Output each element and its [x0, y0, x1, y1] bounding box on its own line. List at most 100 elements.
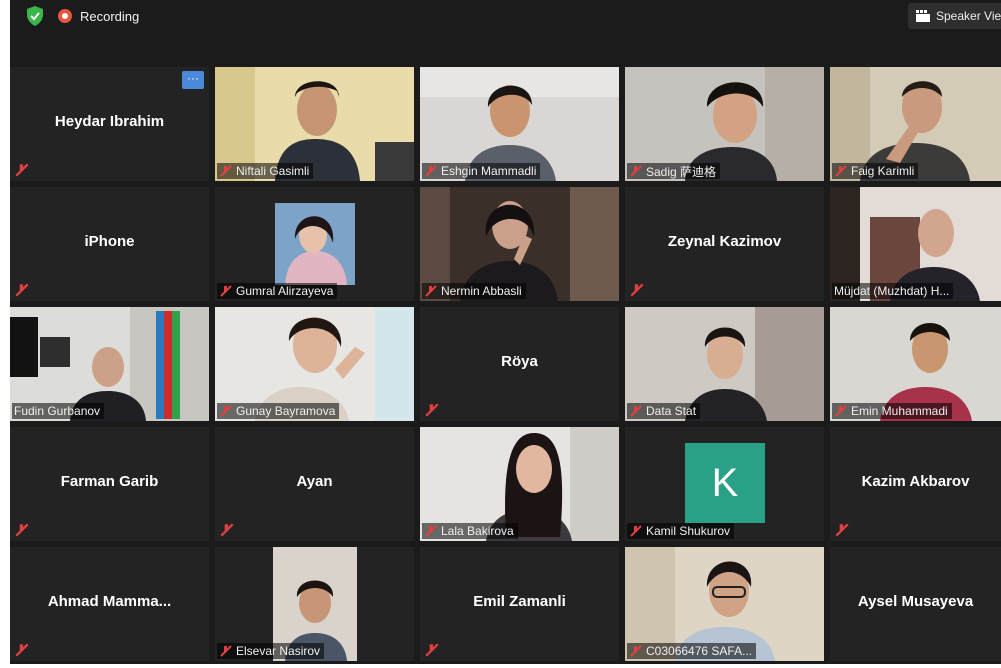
- participant-tile[interactable]: Nermin Abbasli: [420, 187, 619, 301]
- participant-tile[interactable]: C03066476 SAFA...: [625, 547, 824, 661]
- participant-tile[interactable]: iPhone: [10, 187, 209, 301]
- muted-mic-icon: [835, 165, 847, 177]
- participant-tile[interactable]: Ahmad Mamma...: [10, 547, 209, 661]
- participant-name: Niftali Gasimli: [236, 164, 310, 178]
- muted-mic-icon: [220, 165, 232, 177]
- muted-mic-icon: [15, 283, 29, 297]
- participant-name: Kazim Akbarov: [861, 473, 970, 490]
- participant-tile[interactable]: Gumral Alirzayeva: [215, 187, 414, 301]
- muted-mic-icon: [220, 405, 232, 417]
- participant-tile[interactable]: Zeynal Kazimov: [625, 187, 824, 301]
- participant-tile[interactable]: Gunay Bayramova: [215, 307, 414, 421]
- muted-mic-icon: [835, 405, 847, 417]
- participant-tile[interactable]: Ayan: [215, 427, 414, 541]
- participant-name: Aysel Musayeva: [857, 593, 974, 610]
- participant-name: Zeynal Kazimov: [667, 233, 782, 250]
- avatar: K: [685, 443, 765, 523]
- zoom-meeting-window: Recording Speaker View Heydar Ibrahim ··…: [10, 0, 1001, 664]
- participant-name: Emin Muhammadi: [851, 404, 948, 418]
- participant-name-label: Müjdat (Muzhdat) H...: [832, 283, 954, 299]
- participant-tile[interactable]: Niftali Gasimli: [215, 67, 414, 181]
- participant-name-label: Niftali Gasimli: [217, 163, 314, 179]
- participant-name: Ahmad Mamma...: [47, 593, 172, 610]
- participant-name-label: Gunay Bayramova: [217, 403, 340, 419]
- muted-mic-icon: [835, 523, 849, 537]
- muted-mic-icon: [630, 645, 642, 657]
- participant-tile[interactable]: Müjdat (Muzhdat) H...: [830, 187, 1001, 301]
- participant-tile[interactable]: Data Stat: [625, 307, 824, 421]
- participant-name-label: Sadig 萨迪格: [627, 163, 721, 179]
- side-label: 3: [11, 389, 18, 401]
- meeting-top-bar: Recording Speaker View: [10, 0, 1001, 34]
- participant-name: Lala Bakirova: [441, 524, 514, 538]
- participant-tile-active-speaker[interactable]: 3 Fudin Gurbanov: [10, 307, 209, 421]
- participant-name: Kamil Shukurov: [646, 524, 731, 538]
- participant-tile[interactable]: Elsevar Nasirov: [215, 547, 414, 661]
- participant-tile[interactable]: K Kamil Shukurov: [625, 427, 824, 541]
- muted-mic-icon: [630, 525, 642, 537]
- participant-name: Eshgin Mammadli: [441, 164, 537, 178]
- participant-name-label: Emin Muhammadi: [832, 403, 952, 419]
- participant-tile[interactable]: Aysel Musayeva: [830, 547, 1001, 661]
- muted-mic-icon: [220, 645, 232, 657]
- participant-tile[interactable]: Lala Bakirova: [420, 427, 619, 541]
- participant-name: iPhone: [84, 233, 135, 250]
- record-icon: [58, 9, 72, 23]
- participant-name: Müjdat (Muzhdat) H...: [834, 284, 950, 298]
- muted-mic-icon: [15, 163, 29, 177]
- participant-name: Data Stat: [646, 404, 697, 418]
- participant-name: Gunay Bayramova: [236, 404, 336, 418]
- participant-name: Röya: [501, 353, 538, 370]
- participant-tile[interactable]: Heydar Ibrahim ···: [10, 67, 209, 181]
- speaker-view-label: Speaker View: [936, 9, 1001, 23]
- participant-tile[interactable]: Farman Garib: [10, 427, 209, 541]
- participant-name-label: Data Stat: [627, 403, 701, 419]
- muted-mic-icon: [220, 523, 234, 537]
- recording-indicator[interactable]: Recording: [58, 6, 139, 26]
- speaker-view-button[interactable]: Speaker View: [908, 3, 1001, 29]
- pinned-strip: 3: [10, 317, 38, 401]
- recording-label: Recording: [80, 8, 140, 24]
- muted-mic-icon: [425, 643, 439, 657]
- muted-mic-icon: [425, 285, 437, 297]
- muted-mic-icon: [630, 283, 644, 297]
- muted-mic-icon: [630, 405, 642, 417]
- muted-mic-icon: [15, 643, 29, 657]
- muted-mic-icon: [425, 525, 437, 537]
- more-options-button[interactable]: ···: [182, 71, 204, 89]
- participant-name: Elsevar Nasirov: [236, 644, 321, 658]
- participant-tile[interactable]: Emin Muhammadi: [830, 307, 1001, 421]
- participant-name: Fudin Gurbanov: [14, 404, 101, 418]
- zoom-screenshot: Recording Speaker View Heydar Ibrahim ··…: [0, 0, 1001, 668]
- participant-name: Faig Karimli: [851, 164, 915, 178]
- participant-tile[interactable]: Sadig 萨迪格: [625, 67, 824, 181]
- participant-name: Emil Zamanli: [473, 593, 566, 610]
- muted-mic-icon: [15, 523, 29, 537]
- muted-mic-icon: [425, 403, 439, 417]
- muted-mic-icon: [220, 285, 232, 297]
- participant-name-label: Nermin Abbasli: [422, 283, 526, 299]
- participant-name-label: Elsevar Nasirov: [217, 643, 325, 659]
- participant-name-label: Lala Bakirova: [422, 523, 518, 539]
- participant-name: Ayan: [296, 473, 333, 490]
- participant-name-label: Fudin Gurbanov: [12, 403, 105, 419]
- participant-name-label: Eshgin Mammadli: [422, 163, 541, 179]
- participant-name-label: C03066476 SAFA...: [627, 643, 757, 659]
- participant-name: Heydar Ibrahim: [54, 113, 165, 130]
- participant-name-label: Faig Karimli: [832, 163, 919, 179]
- shield-icon[interactable]: [26, 6, 44, 26]
- gallery-grid: Heydar Ibrahim ··· Niftali Gasimli Eshgi…: [10, 67, 1001, 664]
- speaker-view-icon: [916, 10, 930, 22]
- participant-name: Nermin Abbasli: [441, 284, 522, 298]
- participant-name-label: Kamil Shukurov: [627, 523, 735, 539]
- participant-name: Sadig 萨迪格: [646, 164, 717, 179]
- muted-mic-icon: [425, 165, 437, 177]
- participant-tile[interactable]: Röya: [420, 307, 619, 421]
- participant-tile[interactable]: Faig Karimli: [830, 67, 1001, 181]
- participant-tile[interactable]: Eshgin Mammadli: [420, 67, 619, 181]
- participant-tile[interactable]: Kazim Akbarov: [830, 427, 1001, 541]
- participant-name-label: Gumral Alirzayeva: [217, 283, 338, 299]
- participant-tile[interactable]: Emil Zamanli: [420, 547, 619, 661]
- participant-name: Farman Garib: [60, 473, 159, 490]
- muted-mic-icon: [630, 165, 642, 177]
